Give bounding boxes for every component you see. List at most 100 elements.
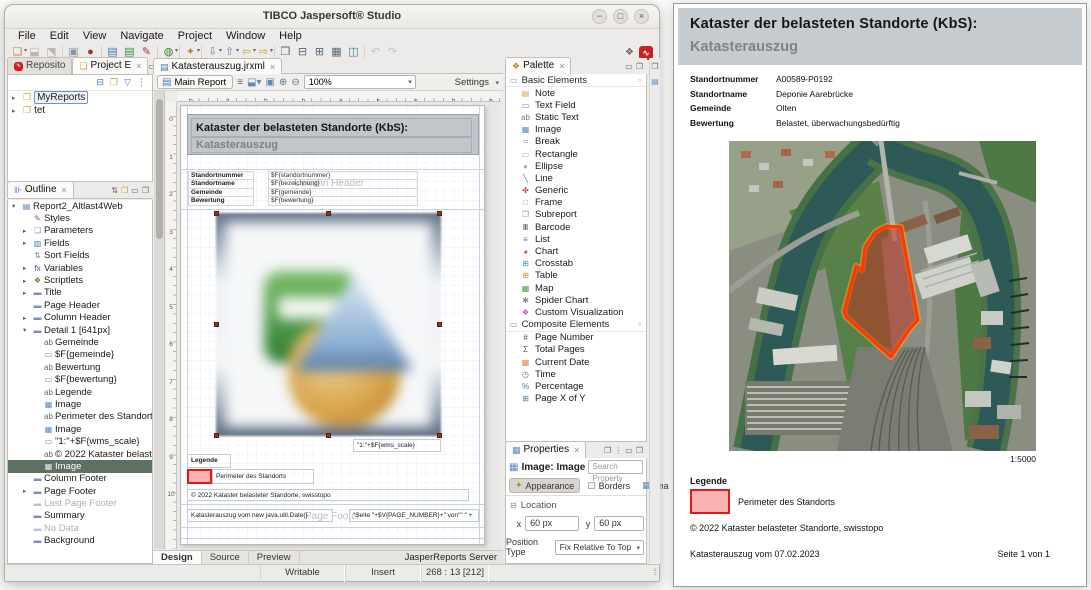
minimize-button[interactable]: − bbox=[592, 9, 607, 24]
minimize-panel-icon[interactable]: ▭ bbox=[625, 446, 633, 455]
design-legend-item[interactable]: Perimeter des Standorts bbox=[212, 469, 314, 484]
close-tab-icon[interactable]: × bbox=[136, 58, 141, 74]
outline-tree-item[interactable]: ▸ ▬ Column Header bbox=[8, 312, 152, 324]
pin-icon[interactable]: ∘ bbox=[637, 76, 642, 85]
outline-tree-item[interactable]: ab Perimeter des Standorts bbox=[8, 411, 152, 423]
outline-tree-item[interactable]: ▬ Page Header bbox=[8, 299, 152, 311]
editor-mode-tab[interactable]: Source bbox=[202, 551, 249, 564]
design-copyright[interactable]: © 2022 Kataster belasteter Standorte, sw… bbox=[187, 489, 469, 501]
outline-tree-item[interactable]: ▸ ▥ Fields bbox=[8, 237, 152, 249]
palette-item[interactable]: ✱ Spider Chart bbox=[506, 294, 646, 306]
outline-tree-item[interactable]: ▸ ❏ Parameters bbox=[8, 225, 152, 237]
design-legend-swatch[interactable] bbox=[187, 469, 212, 484]
selection-handle[interactable] bbox=[214, 322, 219, 327]
menu-item[interactable]: Edit bbox=[43, 29, 76, 43]
design-footer-page[interactable]: "Seite "+$V{PAGE_NUMBER}+" von"" " + bbox=[349, 509, 479, 522]
outline-tree-item[interactable]: ab Bewertung bbox=[8, 361, 152, 373]
tab-outline[interactable]: ⊪ Outline × bbox=[7, 181, 74, 198]
outline-tree-item[interactable]: ▦ Image bbox=[8, 423, 152, 435]
band-list-icon[interactable]: ≡ bbox=[237, 77, 243, 88]
palette-item[interactable]: Σ Total Pages bbox=[506, 344, 646, 356]
main-report-button[interactable]: ▤ Main Report bbox=[157, 75, 233, 89]
design-legend-title[interactable]: Legende bbox=[187, 454, 231, 468]
tab-palette[interactable]: ❖ Palette × bbox=[505, 57, 571, 74]
maximize-panel-icon[interactable]: ❐ bbox=[142, 186, 149, 195]
editor-mode-tab[interactable]: Design bbox=[153, 551, 202, 564]
outline-tree-item[interactable]: ▸ ▬ Title bbox=[8, 287, 152, 299]
close-tab-icon[interactable]: × bbox=[574, 442, 579, 458]
outline-tree-item[interactable]: ▬ Column Footer bbox=[8, 473, 152, 485]
maximize-panel-icon[interactable]: ❐ bbox=[636, 446, 643, 455]
palette-item[interactable]: ◷ Time bbox=[506, 368, 646, 380]
x-input[interactable]: 60 px bbox=[525, 516, 579, 531]
menu-item[interactable]: Window bbox=[219, 29, 272, 43]
explorer-toolbar-icon[interactable]: ❐ bbox=[110, 77, 118, 88]
report-view-icon[interactable]: ▤ bbox=[651, 77, 659, 86]
report-page[interactable]: Kataster der belasteten Standorte (KbS):… bbox=[180, 105, 485, 545]
pin-icon[interactable]: ∘ bbox=[637, 320, 642, 329]
design-footer-date[interactable]: Katasterauszug vom new java.util.Date() bbox=[187, 509, 333, 522]
close-button[interactable]: × bbox=[634, 9, 649, 24]
design-field-expression[interactable]: $F{bewertung} bbox=[268, 196, 418, 205]
palette-item[interactable]: ≡ List bbox=[506, 233, 646, 245]
palette-item[interactable]: # Page Number bbox=[506, 332, 646, 344]
explorer-toolbar-icon[interactable]: ⋮ bbox=[137, 77, 146, 88]
outline-tree-item[interactable]: ▸ ▬ Page Footer bbox=[8, 485, 152, 497]
palette-item[interactable]: Ⅲ Barcode bbox=[506, 221, 646, 233]
palette-item[interactable]: ● Ellipse bbox=[506, 160, 646, 172]
outline-tree-item[interactable]: ▬ Last Page Footer bbox=[8, 497, 152, 509]
settings-dropdown[interactable]: Settings bbox=[455, 77, 499, 88]
editor-left-scrollbar[interactable] bbox=[154, 91, 165, 549]
outline-tree-item[interactable]: ▸ fx Variables bbox=[8, 262, 152, 274]
pin-panel-icon[interactable]: ❐ bbox=[604, 446, 611, 455]
palette-item[interactable]: ◕ Chart bbox=[506, 245, 646, 257]
palette-section-basic[interactable]: ▭ Basic Elements ∘ bbox=[506, 74, 646, 87]
design-field-label[interactable]: Bewertung bbox=[188, 196, 254, 205]
selection-handle[interactable] bbox=[437, 211, 442, 216]
selection-handle[interactable] bbox=[326, 211, 331, 216]
selection-handle[interactable] bbox=[437, 433, 442, 438]
selection-handle[interactable] bbox=[214, 433, 219, 438]
tab-repository[interactable]: ∿ Reposito bbox=[7, 57, 72, 74]
selection-handle[interactable] bbox=[214, 211, 219, 216]
menu-item[interactable]: View bbox=[76, 29, 114, 43]
book-icon[interactable]: ⬓▾ bbox=[247, 77, 261, 88]
palette-item[interactable]: ❖ Custom Visualization bbox=[506, 306, 646, 318]
position-type-combo[interactable]: Fix Relative To Top bbox=[555, 540, 644, 555]
project-tree-item[interactable]: ▸ ❒ MyReports bbox=[8, 91, 152, 104]
location-section-header[interactable]: ⊟ Location bbox=[506, 496, 646, 513]
palette-item[interactable]: ⊞ Page X of Y bbox=[506, 393, 646, 405]
palette-item[interactable]: ▭ Rectangle bbox=[506, 148, 646, 160]
resize-grip[interactable]: ⁞⁞ bbox=[653, 567, 656, 577]
map-image-placeholder[interactable] bbox=[216, 213, 441, 436]
palette-item[interactable]: ▤ Note bbox=[506, 87, 646, 99]
zoom-out-icon[interactable]: ⊖ bbox=[291, 77, 299, 88]
outline-tree-item[interactable]: ▬ Summary bbox=[8, 510, 152, 522]
maximize-panel-icon[interactable]: ❐ bbox=[636, 62, 643, 71]
palette-item[interactable]: % Percentage bbox=[506, 380, 646, 392]
palette-item[interactable]: ab Static Text bbox=[506, 111, 646, 123]
design-title-text[interactable]: Kataster der belasteten Standorte (KbS): bbox=[191, 118, 472, 137]
tab-properties[interactable]: ▦ Properties × bbox=[505, 441, 586, 458]
zoom-in-icon[interactable]: ⊕ bbox=[279, 77, 287, 88]
selection-handle[interactable] bbox=[326, 433, 331, 438]
zoom-level-combo[interactable]: 100% bbox=[304, 75, 416, 89]
outline-tree-item[interactable]: ▬ Background bbox=[8, 535, 152, 547]
properties-tab[interactable]: ✦ Appearance bbox=[509, 478, 580, 493]
search-property-combo[interactable]: Search Property bbox=[588, 460, 643, 474]
palette-item[interactable]: ⊞ Crosstab bbox=[506, 258, 646, 270]
palette-item[interactable]: ⊞ Table bbox=[506, 270, 646, 282]
title-bar[interactable]: TIBCO Jaspersoft® Studio − □ × bbox=[5, 5, 659, 29]
design-canvas[interactable]: Kataster der belasteten Standorte (KbS):… bbox=[177, 102, 501, 550]
restore-view-icon[interactable]: ❐ bbox=[651, 62, 658, 71]
palette-item[interactable]: ≍ Break bbox=[506, 136, 646, 148]
palette-section-composite[interactable]: ▭ Composite Elements ∘ bbox=[506, 319, 646, 332]
project-tree-item[interactable]: ▸ ❒ tet bbox=[8, 104, 152, 117]
outline-tree-item[interactable]: ▬ No Data bbox=[8, 522, 152, 534]
palette-item[interactable]: ❒ Subreport bbox=[506, 209, 646, 221]
outline-tree-item[interactable]: ▦ Image bbox=[8, 398, 152, 410]
outline-tree-item[interactable]: ▭ $F{gemeinde} bbox=[8, 349, 152, 361]
design-scale-field[interactable]: "1:"+$F{wms_scale} bbox=[353, 439, 441, 452]
menu-item[interactable]: Project bbox=[171, 29, 219, 43]
outline-tree-item[interactable]: ▾ ▤ Report2_Altlast4Web bbox=[8, 200, 152, 212]
